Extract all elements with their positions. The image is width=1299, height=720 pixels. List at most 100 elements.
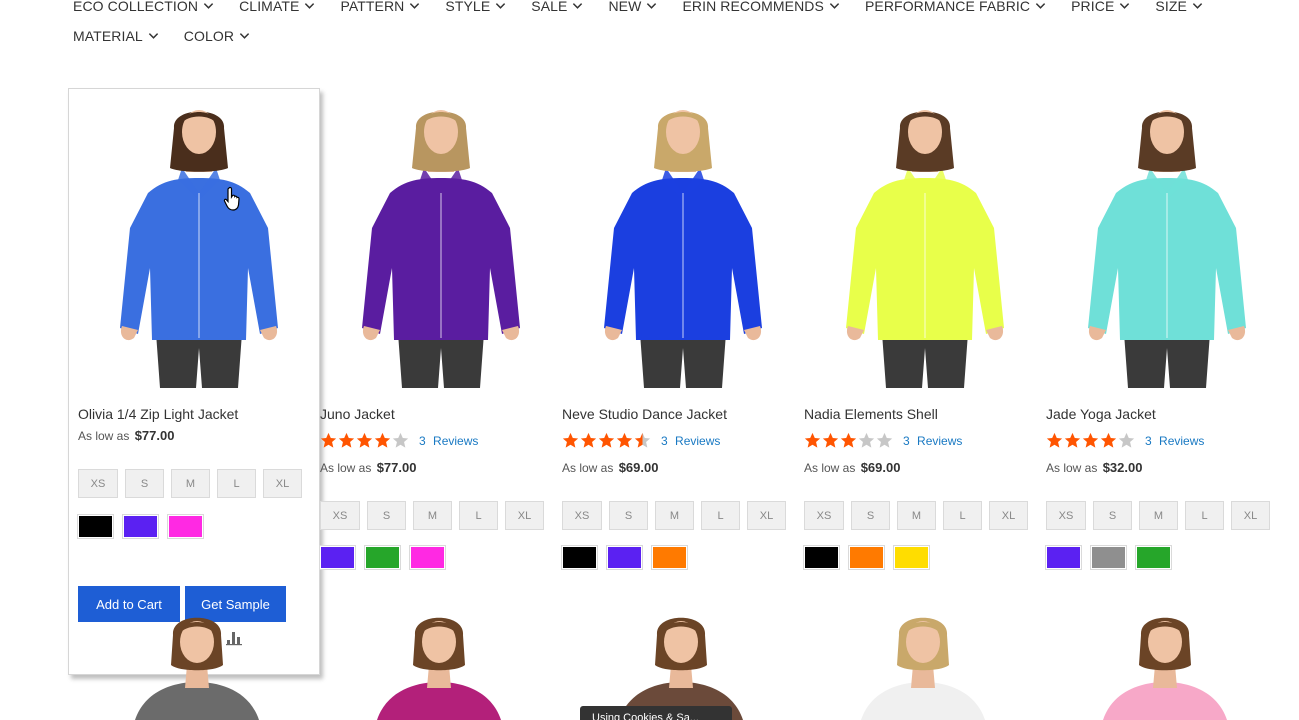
product-name-link[interactable]: Jade Yoga Jacket [1046, 406, 1156, 422]
size-option-l[interactable]: L [701, 501, 740, 530]
size-option-s[interactable]: S [1093, 501, 1132, 530]
size-option-xl[interactable]: XL [1231, 501, 1270, 530]
product-image[interactable] [377, 617, 501, 720]
color-options [1045, 545, 1181, 570]
reviews-label: Reviews [917, 433, 963, 448]
color-swatch[interactable] [409, 545, 446, 570]
reviews-link[interactable]: 3 Reviews [1145, 434, 1204, 448]
review-count: 3 [903, 433, 910, 448]
product-name-link[interactable]: Nadia Elements Shell [804, 406, 938, 422]
color-swatch[interactable] [606, 545, 643, 570]
size-option-xs[interactable]: XS [562, 501, 602, 530]
color-swatch[interactable] [893, 545, 930, 570]
color-swatch[interactable] [1045, 545, 1082, 570]
product-price: As low as $69.00 [562, 460, 658, 475]
price-prefix: As low as [78, 429, 130, 443]
price-value: $69.00 [618, 460, 659, 475]
star-icon [392, 432, 409, 448]
rating-stars [804, 432, 894, 449]
product-name-link[interactable]: Neve Studio Dance Jacket [562, 406, 727, 422]
star-icon [840, 432, 857, 448]
size-option-l[interactable]: L [1185, 501, 1224, 530]
product-image[interactable] [562, 98, 804, 388]
size-option-m[interactable]: M [171, 469, 210, 498]
size-option-s[interactable]: S [367, 501, 406, 530]
reviews-link[interactable]: 3 Reviews [903, 434, 962, 448]
price-value: $69.00 [860, 460, 901, 475]
price-value: $77.00 [134, 428, 175, 443]
star-icon [580, 432, 597, 448]
color-swatch[interactable] [848, 545, 885, 570]
product-image[interactable] [320, 98, 562, 388]
size-option-m[interactable]: M [1139, 501, 1178, 530]
size-option-m[interactable]: M [655, 501, 694, 530]
color-options [803, 545, 939, 570]
star-icon [1118, 432, 1135, 448]
reviews-link[interactable]: 3 Reviews [661, 434, 720, 448]
reviews-label: Reviews [433, 433, 479, 448]
hand-cursor-icon [223, 186, 240, 211]
product-image[interactable] [804, 98, 1046, 388]
size-option-xl[interactable]: XL [989, 501, 1028, 530]
color-options [319, 545, 455, 570]
color-swatch[interactable] [651, 545, 688, 570]
size-options: XS S M L XL [320, 501, 551, 530]
star-icon [804, 432, 821, 448]
size-option-m[interactable]: M [413, 501, 452, 530]
color-options [77, 514, 213, 539]
product-image[interactable] [619, 617, 743, 720]
product-image[interactable] [861, 617, 985, 720]
product-rating: 3 Reviews [1046, 432, 1204, 449]
size-option-xs[interactable]: XS [78, 469, 118, 498]
size-option-l[interactable]: L [459, 501, 498, 530]
product-image[interactable] [135, 617, 259, 720]
color-swatch[interactable] [319, 545, 356, 570]
star-icon [634, 432, 651, 448]
star-icon [374, 432, 391, 448]
product-image[interactable] [1046, 98, 1288, 388]
product-row-2-images [135, 617, 1227, 720]
size-option-l[interactable]: L [943, 501, 982, 530]
star-icon [1082, 432, 1099, 448]
product-name-link[interactable]: Olivia 1/4 Zip Light Jacket [78, 406, 238, 422]
color-swatch[interactable] [1135, 545, 1172, 570]
size-option-xl[interactable]: XL [747, 501, 786, 530]
size-option-xl[interactable]: XL [263, 469, 302, 498]
star-icon [338, 432, 355, 448]
star-icon [598, 432, 615, 448]
color-swatch[interactable] [803, 545, 840, 570]
review-count: 3 [661, 433, 668, 448]
size-option-m[interactable]: M [897, 501, 936, 530]
product-name-link[interactable]: Juno Jacket [320, 406, 395, 422]
size-option-xl[interactable]: XL [505, 501, 544, 530]
rating-stars [562, 432, 652, 449]
size-option-s[interactable]: S [609, 501, 648, 530]
size-option-s[interactable]: S [125, 469, 164, 498]
color-swatch[interactable] [364, 545, 401, 570]
product-image[interactable] [1103, 617, 1227, 720]
color-swatch[interactable] [561, 545, 598, 570]
size-option-xs[interactable]: XS [1046, 501, 1086, 530]
size-option-l[interactable]: L [217, 469, 256, 498]
reviews-label: Reviews [1159, 433, 1205, 448]
review-count: 3 [419, 433, 426, 448]
product-image[interactable] [78, 98, 320, 388]
product-rating: 3 Reviews [320, 432, 478, 449]
size-option-xs[interactable]: XS [320, 501, 360, 530]
size-options: XS S M L XL [78, 469, 309, 498]
product-price: As low as $69.00 [804, 460, 900, 475]
reviews-link[interactable]: 3 Reviews [419, 434, 478, 448]
color-swatch[interactable] [1090, 545, 1127, 570]
color-swatch[interactable] [77, 514, 114, 539]
color-swatch[interactable] [167, 514, 204, 539]
color-swatch[interactable] [122, 514, 159, 539]
product-grid: Olivia 1/4 Zip Light Jacket As low as $7… [0, 0, 1299, 720]
size-option-xs[interactable]: XS [804, 501, 844, 530]
size-option-s[interactable]: S [851, 501, 890, 530]
star-icon [320, 432, 337, 448]
size-options: XS S M L XL [804, 501, 1035, 530]
product-price: As low as $77.00 [320, 460, 416, 475]
product-rating: 3 Reviews [804, 432, 962, 449]
review-count: 3 [1145, 433, 1152, 448]
color-options [561, 545, 697, 570]
